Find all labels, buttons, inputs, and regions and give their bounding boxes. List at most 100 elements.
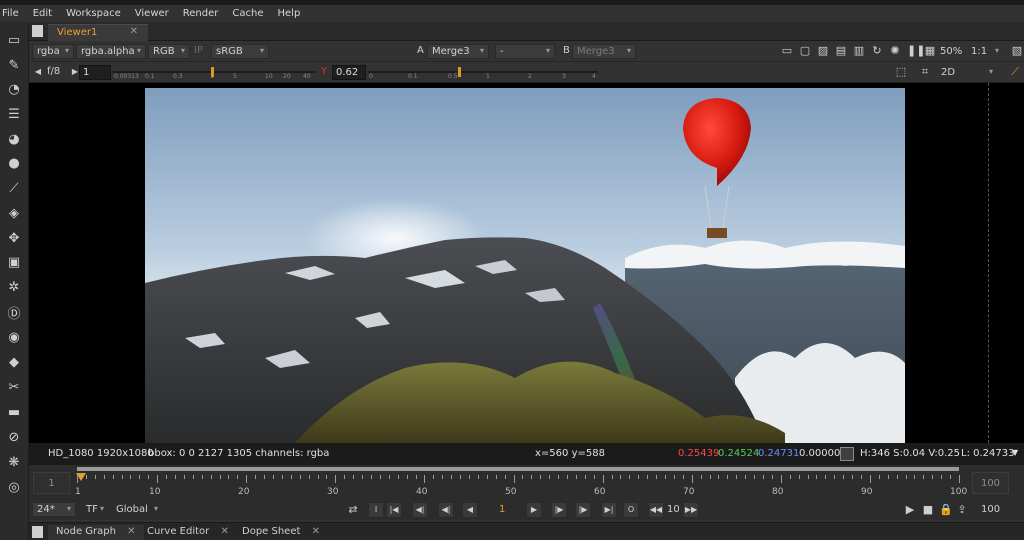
display-channels-dropdown[interactable]: RGB ▾	[148, 44, 190, 59]
views-nodes-icon[interactable]: ◉	[4, 327, 24, 347]
furnace-nodes-icon[interactable]: ⊘	[4, 427, 24, 447]
menu-edit[interactable]: Edit	[33, 8, 56, 19]
refresh-icon[interactable]: ↻	[871, 45, 883, 57]
channels-dropdown[interactable]: rgba ▾	[32, 44, 74, 59]
channel-nodes-icon[interactable]: ☰	[4, 104, 24, 124]
export-icon[interactable]: ⇪	[956, 504, 968, 516]
flipbook-icon[interactable]: ▶	[904, 504, 916, 516]
draw-nodes-icon[interactable]: ✎	[4, 55, 24, 75]
tab-node-graph[interactable]: Node Graph ✕	[48, 525, 144, 540]
fps-dropdown[interactable]: 24* ▾	[32, 502, 76, 517]
other-nodes-icon[interactable]: ▬	[4, 402, 24, 422]
transform-nodes-icon[interactable]: ✥	[4, 228, 24, 248]
menu-file[interactable]: File	[2, 8, 23, 19]
gain-slider[interactable]: 0.00313 0.1 0.3 1 5 10 20 40	[113, 66, 315, 80]
metadata-nodes-icon[interactable]: ◆	[4, 352, 24, 372]
close-icon[interactable]: ✕	[130, 26, 138, 37]
nuke-logo-icon[interactable]: ◎	[4, 477, 24, 497]
gpu-icon[interactable]: ✺	[889, 45, 901, 57]
fstop-label[interactable]: f/8	[47, 66, 60, 77]
proxy-dropdown[interactable]: 1:1 ▾	[966, 44, 1004, 59]
alpha-channel-dropdown[interactable]: rgba.alpha ▾	[76, 44, 146, 59]
menu-viewer[interactable]: Viewer	[135, 8, 173, 19]
decrease-fstop-icon[interactable]: ◀	[32, 66, 44, 78]
last-frame-button[interactable]: ▶|	[601, 502, 617, 518]
menu-workspace[interactable]: Workspace	[66, 8, 125, 19]
out-frame-field[interactable]: 100	[981, 504, 1000, 515]
prev-keyframe-button[interactable]: ◀|	[412, 502, 428, 518]
menu-render[interactable]: Render	[183, 8, 223, 19]
filter-nodes-icon[interactable]: ●	[4, 153, 24, 173]
lock-icon[interactable]: 🔒	[939, 504, 953, 516]
timeline-label: 30	[327, 487, 339, 497]
close-icon[interactable]: ✕	[127, 526, 135, 537]
loop-mode-icon[interactable]: ⇄	[347, 504, 359, 516]
menu-help[interactable]: Help	[278, 8, 305, 19]
timeline[interactable]: 1 1 10 20 30 40 50 60 70 80 90 100 100	[29, 465, 1024, 501]
wand-icon[interactable]: ⟋	[1009, 66, 1021, 78]
timeline-tick	[166, 475, 168, 479]
next-keyframe-button[interactable]: |▶	[575, 502, 591, 518]
crop-region-icon[interactable]: ⬚	[895, 66, 907, 78]
playback-range-dropdown[interactable]: Global ▾	[111, 502, 163, 517]
deep-nodes-icon[interactable]: Ⓓ	[4, 302, 24, 322]
out-point-button[interactable]: O	[623, 502, 639, 518]
next-frame-button[interactable]: |▶	[551, 502, 567, 518]
zoom-dropdown[interactable]: 50%	[935, 44, 963, 59]
pause-icon[interactable]: ❚❚	[907, 45, 925, 57]
mask-icon[interactable]: ▥	[853, 45, 865, 57]
tab-viewer1[interactable]: Viewer1 ✕	[48, 24, 148, 41]
input-b-dropdown[interactable]: Merge3 ▾	[572, 44, 636, 59]
input-a-dropdown[interactable]: Merge3 ▾	[427, 44, 489, 59]
roi-icon[interactable]: ▭	[781, 45, 793, 57]
view-mode-dropdown[interactable]: 2D ▾	[936, 65, 998, 80]
pane-menu-icon[interactable]	[32, 25, 43, 37]
gamma-slider-thumb[interactable]	[458, 67, 461, 77]
timeline-label: 100	[950, 487, 968, 497]
overlay-icon[interactable]: ▤	[835, 45, 847, 57]
timecode-dropdown[interactable]: TF ▾	[81, 502, 109, 517]
color-nodes-icon[interactable]: ◕	[4, 129, 24, 149]
gain-input[interactable]: 1	[79, 65, 111, 80]
time-nodes-icon[interactable]: ◔	[4, 79, 24, 99]
current-frame-field[interactable]: 1	[499, 504, 505, 515]
viewer-colorspace-dropdown[interactable]: sRGB ▾	[211, 44, 269, 59]
toolsets-nodes-icon[interactable]: ✂	[4, 377, 24, 397]
record-icon[interactable]: ■	[922, 504, 934, 516]
pane-menu-icon[interactable]	[32, 526, 43, 538]
particles-nodes-icon[interactable]: ✲	[4, 277, 24, 297]
wipe-mode-dropdown[interactable]: - ▾	[495, 44, 555, 59]
menu-cache[interactable]: Cache	[232, 8, 267, 19]
close-icon[interactable]: ✕	[220, 526, 228, 537]
overscan-icon[interactable]: ▧	[1011, 45, 1023, 57]
play-forward-button[interactable]: ▶	[526, 502, 542, 518]
timeline-start-input[interactable]: 1	[33, 472, 70, 494]
tab-dope-sheet[interactable]: Dope Sheet ✕	[234, 525, 328, 540]
timeline-tick	[700, 475, 702, 479]
play-backward-button[interactable]: ◀	[462, 502, 478, 518]
timeline-tick	[950, 475, 952, 479]
info-expand-icon[interactable]: ▼	[1012, 448, 1018, 457]
3d-nodes-icon[interactable]: ▣	[4, 252, 24, 272]
viewer-viewport[interactable]	[29, 83, 1024, 443]
skip-increment-field[interactable]: 10	[667, 504, 680, 515]
safe-area-icon[interactable]: ▢	[799, 45, 811, 57]
gain-slider-thumb[interactable]	[211, 67, 214, 77]
keyer-nodes-icon[interactable]: ⟋	[4, 178, 24, 198]
skip-forward-button[interactable]: ▶▶	[683, 502, 699, 518]
input-process-toggle[interactable]: IP	[194, 45, 203, 56]
first-frame-button[interactable]: |◀	[386, 502, 402, 518]
image-nodes-icon[interactable]: ▭	[4, 30, 24, 50]
skip-back-button[interactable]: ◀◀	[648, 502, 664, 518]
prev-frame-button[interactable]: ◀|	[438, 502, 454, 518]
gamma-input[interactable]: 0.62	[332, 65, 366, 80]
merge-nodes-icon[interactable]: ◈	[4, 203, 24, 223]
close-icon[interactable]: ✕	[312, 526, 320, 537]
tab-curve-editor[interactable]: Curve Editor ✕	[139, 525, 237, 540]
crop-tool-icon[interactable]: ⌗	[919, 66, 931, 78]
plugins-nodes-icon[interactable]: ❋	[4, 452, 24, 472]
in-point-button[interactable]: I	[368, 502, 384, 518]
gamma-slider[interactable]: 0 0.1 0.5 1 2 3 4	[368, 66, 598, 80]
timeline-end-input[interactable]: 100	[972, 472, 1009, 494]
clipping-warning-icon[interactable]: ▨	[817, 45, 829, 57]
